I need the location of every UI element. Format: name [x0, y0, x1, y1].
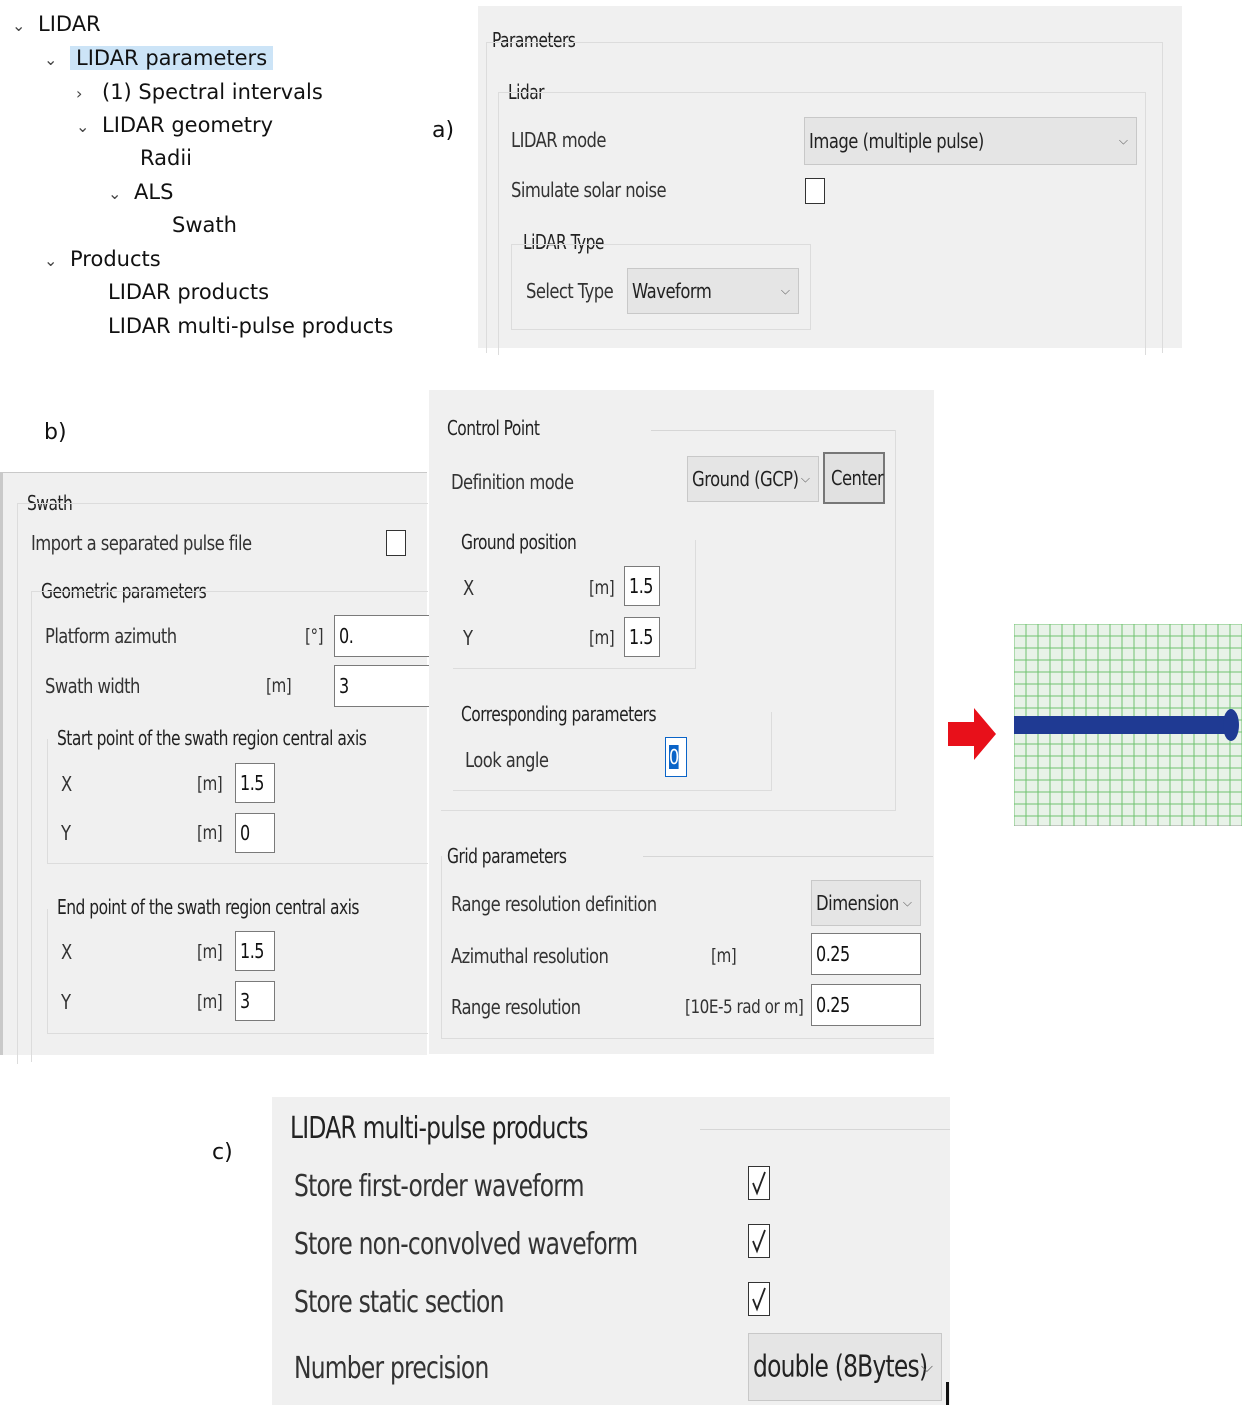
control-grid-panel: Control Point Definition mode Ground (GC… [429, 390, 934, 1054]
select-type-select[interactable]: Waveform ⌵ [627, 268, 799, 314]
definition-mode-label: Definition mode [451, 470, 574, 494]
products-panel: LIDAR multi-pulse products Store first-o… [272, 1097, 950, 1405]
products-title: LIDAR multi-pulse products [290, 1111, 588, 1146]
ground-x-unit: [m] [589, 577, 615, 599]
chevron-down-icon: ⌵ [780, 283, 790, 298]
text-cursor [946, 1382, 949, 1405]
swath-width-input[interactable]: 3 [334, 665, 430, 707]
swath-band-end [1223, 709, 1239, 741]
chevron-right-icon[interactable]: › [76, 80, 102, 108]
arrow-right-icon [948, 708, 996, 760]
chevron-down-icon: ⌵ [1118, 133, 1128, 148]
tree-item-lidar-geometry[interactable]: ⌄ LIDAR geometry [76, 111, 273, 141]
static-section-label: Store static section [294, 1285, 504, 1320]
azimuthal-resolution-unit: [m] [711, 945, 737, 967]
tree-item-radii[interactable]: Radii [140, 144, 192, 172]
tree-item-swath[interactable]: Swath [172, 211, 237, 239]
range-resolution-input[interactable]: 0.25 [811, 984, 921, 1026]
start-y-input[interactable]: 0 [235, 813, 275, 853]
end-x-label: X [61, 940, 72, 964]
tree-item-lidar-parameters[interactable]: ⌄ LIDAR parameters [44, 44, 274, 74]
figure-label-b: b) [44, 420, 67, 445]
swath-grid-preview [1014, 624, 1242, 826]
ground-x-label: X [463, 576, 474, 600]
start-x-input[interactable]: 1.5 [235, 763, 275, 803]
chevron-down-icon: ⌵ [902, 895, 912, 910]
number-precision-select[interactable]: double (8Bytes) ⌵ [748, 1333, 942, 1401]
swath-width-unit: [m] [266, 675, 292, 697]
check-icon [752, 1229, 766, 1254]
parameters-panel: Parameters Lidar LIDAR mode Image (multi… [478, 6, 1182, 355]
swath-panel: Swath Import a separated pulse file Geom… [0, 472, 430, 1064]
ground-y-input[interactable]: 1.5 [624, 617, 660, 657]
end-x-input[interactable]: 1.5 [235, 931, 275, 971]
start-x-label: X [61, 772, 72, 796]
end-y-label: Y [61, 990, 71, 1014]
lidar-mode-label: LIDAR mode [511, 128, 606, 152]
tree-item-lidar-products[interactable]: LIDAR products [108, 278, 269, 306]
chevron-down-icon[interactable]: ⌄ [108, 180, 134, 208]
non-convolved-waveform-label: Store non-convolved waveform [294, 1227, 638, 1262]
azimuthal-resolution-input[interactable]: 0.25 [811, 933, 921, 975]
tree-item-products[interactable]: ⌄ Products [44, 245, 161, 275]
check-icon [752, 1171, 766, 1196]
simulate-solar-noise-checkbox[interactable] [805, 178, 825, 204]
start-y-label: Y [61, 821, 71, 845]
start-x-unit: [m] [197, 773, 223, 795]
range-resolution-definition-label: Range resolution definition [451, 892, 657, 916]
check-icon [752, 1287, 766, 1312]
end-y-input[interactable]: 3 [235, 981, 275, 1021]
chevron-down-icon: ⌵ [800, 471, 810, 486]
range-resolution-definition-select[interactable]: Dimension ⌵ [811, 880, 921, 926]
figure-label-c: c) [212, 1140, 233, 1165]
range-resolution-label: Range resolution [451, 995, 581, 1019]
select-type-label: Select Type [526, 279, 614, 303]
number-precision-label: Number precision [294, 1351, 489, 1386]
swath-band [1014, 716, 1230, 734]
tree-item-lidar-multi-pulse-products[interactable]: LIDAR multi-pulse products [108, 312, 393, 340]
platform-azimuth-input[interactable]: 0. [334, 615, 430, 657]
tree-item-lidar[interactable]: ⌄ LIDAR [12, 10, 101, 40]
platform-azimuth-label: Platform azimuth [45, 624, 177, 648]
chevron-down-icon[interactable]: ⌄ [76, 113, 102, 141]
ground-x-input[interactable]: 1.5 [624, 566, 660, 606]
chevron-down-icon[interactable]: ⌄ [44, 247, 70, 275]
look-angle-label: Look angle [465, 748, 549, 772]
first-order-waveform-checkbox[interactable] [748, 1166, 770, 1200]
chevron-down-icon: ⌵ [920, 1357, 933, 1376]
static-section-checkbox[interactable] [748, 1282, 770, 1316]
simulate-solar-noise-label: Simulate solar noise [511, 178, 667, 202]
end-x-unit: [m] [197, 941, 223, 963]
definition-mode-select[interactable]: Ground (GCP) ⌵ [687, 456, 819, 502]
import-pulse-file-checkbox[interactable] [386, 530, 406, 556]
start-y-unit: [m] [197, 822, 223, 844]
range-resolution-unit: [10E-5 rad or m] [685, 996, 804, 1018]
platform-azimuth-unit: [°] [305, 625, 324, 647]
ground-y-label: Y [463, 626, 473, 650]
swath-width-label: Swath width [45, 674, 140, 698]
lidar-mode-select[interactable]: Image (multiple pulse) ⌵ [804, 117, 1137, 165]
figure-label-a: a) [432, 118, 455, 143]
azimuthal-resolution-label: Azimuthal resolution [451, 944, 609, 968]
look-angle-input[interactable]: 0 [665, 737, 687, 777]
chevron-down-icon[interactable]: ⌄ [12, 12, 38, 40]
first-order-waveform-label: Store first-order waveform [294, 1169, 585, 1204]
import-pulse-file-label: Import a separated pulse file [31, 531, 252, 555]
ground-y-unit: [m] [589, 627, 615, 649]
chevron-down-icon[interactable]: ⌄ [44, 46, 70, 74]
tree-item-spectral-intervals[interactable]: › (1) Spectral intervals [76, 78, 323, 108]
tree-item-als[interactable]: ⌄ ALS [108, 178, 173, 208]
non-convolved-waveform-checkbox[interactable] [748, 1224, 770, 1258]
center-button[interactable]: Center [823, 452, 885, 504]
end-y-unit: [m] [197, 991, 223, 1013]
